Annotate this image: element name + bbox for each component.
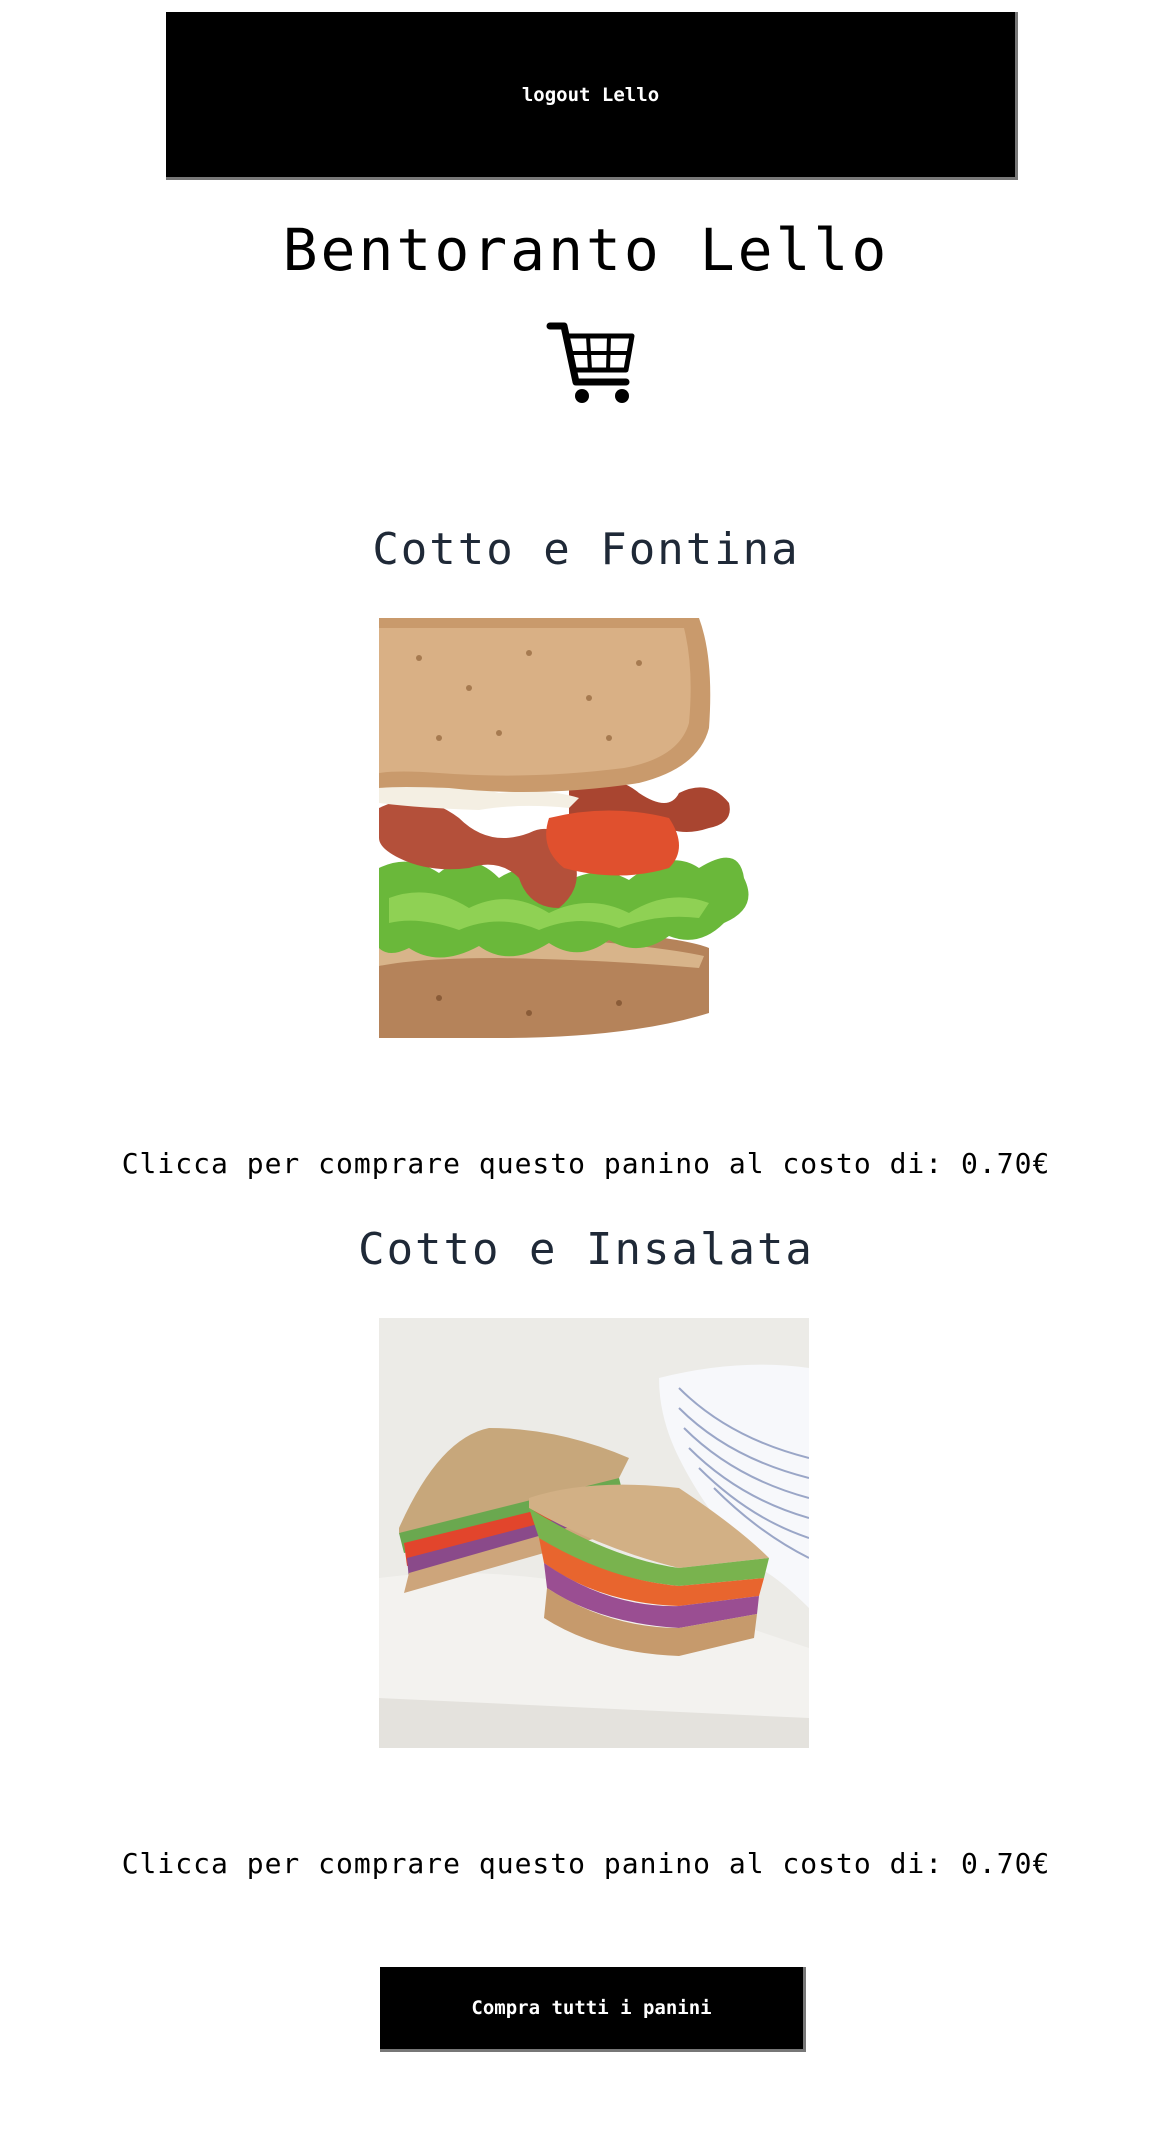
product-name: Cotto e Fontina [372,524,800,575]
logout-button[interactable]: logout Lello [166,12,1018,180]
shopping-cart-icon [546,322,635,403]
veggie-sandwich-image [379,1318,809,1748]
product-name: Cotto e Insalata [358,1224,814,1275]
product-image[interactable] [379,1318,809,1748]
blt-sandwich-image [379,618,809,1048]
buy-sandwich-text[interactable]: Clicca per comprare questo panino al cos… [0,1844,1172,1884]
product-image[interactable] [379,618,809,1048]
cart-link[interactable] [546,318,638,408]
buy-sandwich-text[interactable]: Clicca per comprare questo panino al cos… [0,1144,1172,1184]
buy-all-button[interactable]: Compra tutti i panini [380,1967,806,2052]
site-title: Bentoranto Lello [282,216,890,284]
